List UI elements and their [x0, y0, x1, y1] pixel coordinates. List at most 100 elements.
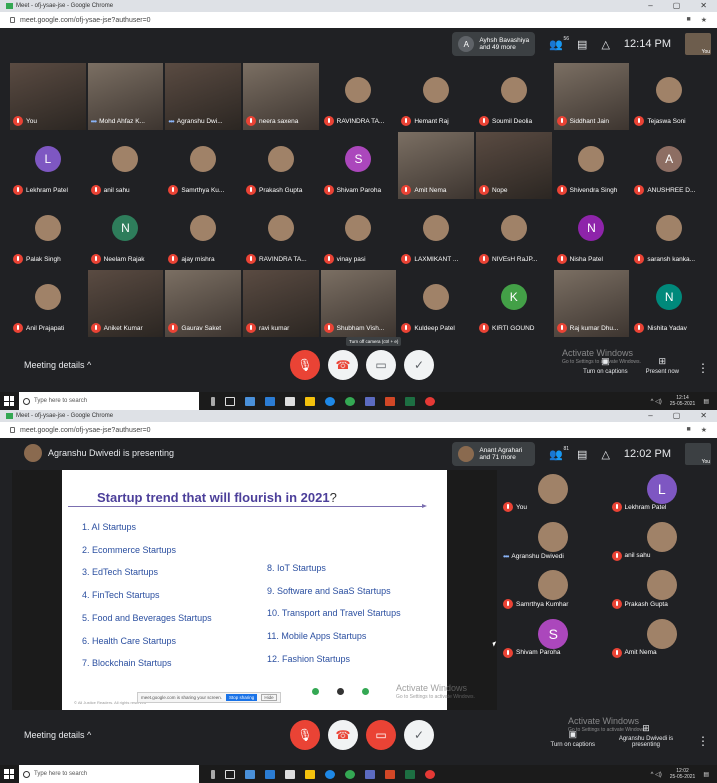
maximize-icon[interactable]: ▢ [673, 411, 681, 420]
store-icon[interactable] [305, 396, 315, 406]
task-view-icon[interactable] [225, 769, 235, 779]
mic-toggle-button[interactable]: 🎙 [290, 720, 320, 750]
tray-icons[interactable]: ^ ◁) [651, 398, 662, 405]
minimize-icon[interactable]: – [648, 1, 652, 10]
chat-icon[interactable]: ▤ [577, 448, 587, 461]
tray-clock[interactable]: 12:02 25-05-2021 [670, 768, 696, 780]
participant-tile[interactable]: A ANUSHREE D... [631, 132, 707, 199]
windows-start-icon[interactable] [4, 396, 14, 406]
participant-tile[interactable]: Prakash Gupta [242, 132, 319, 199]
explorer-icon[interactable] [245, 769, 255, 779]
participant-tile[interactable]: neera saxena [242, 63, 319, 130]
participant-tile[interactable]: Shivendra Singh [553, 132, 630, 199]
participant-tile[interactable]: ajay mishra [165, 201, 241, 268]
minimize-icon[interactable]: – [648, 411, 652, 420]
notification-icon[interactable]: ▤ [703, 398, 709, 405]
taskbar-search[interactable]: Type here to search [19, 765, 199, 783]
participant-tile[interactable]: Kuldeep Patel [398, 270, 474, 337]
store-icon[interactable] [305, 769, 315, 779]
captions-button[interactable]: ▣ Turn on captions [551, 729, 595, 748]
captions-button[interactable]: ▣ Turn on captions [583, 356, 627, 375]
notification-icon[interactable]: ▤ [703, 771, 709, 778]
excel-icon[interactable] [405, 769, 415, 779]
more-options-icon[interactable]: ⋮ [697, 361, 709, 375]
star-icon[interactable]: ★ [701, 16, 707, 24]
powerpoint-icon[interactable] [385, 769, 395, 779]
mic-taskbar-icon[interactable] [211, 396, 215, 406]
leave-call-button[interactable]: ☎ [328, 350, 358, 380]
excel-icon[interactable] [405, 396, 415, 406]
participant-tile[interactable]: ••• Agranshu Dwivedi [500, 518, 607, 565]
mic-toggle-button[interactable]: 🎙 [290, 350, 320, 380]
participant-tile[interactable]: Raj kumar Dhu... [553, 270, 630, 337]
more-options-icon[interactable]: ⋮ [697, 734, 709, 748]
tray-icons[interactable]: ^ ◁) [651, 771, 662, 778]
participant-tile[interactable]: Hemant Raj [398, 63, 474, 130]
raise-hand-button[interactable]: ✓ [404, 720, 434, 750]
close-icon[interactable]: ✕ [700, 1, 707, 10]
participant-tile[interactable]: Gaurav Saket [165, 270, 241, 337]
present-now-button[interactable]: ⊞ Present now [646, 356, 679, 375]
participant-tile[interactable]: Amit Nema [608, 615, 715, 662]
tray-clock[interactable]: 12:14 25-05-2021 [670, 395, 696, 407]
participant-tile[interactable]: Palak Singh [10, 201, 86, 268]
activities-icon[interactable]: △ [601, 448, 609, 461]
participant-tile[interactable]: Soumil Deolia [475, 63, 552, 130]
camera-app-icon[interactable] [285, 769, 295, 779]
participant-tile[interactable]: LAXMIKANT ... [398, 201, 474, 268]
mic-taskbar-icon[interactable] [211, 769, 215, 779]
participant-tile[interactable]: Nope [475, 132, 552, 199]
participant-tile[interactable]: K KIRTI GOUND [475, 270, 552, 337]
taskbar-search[interactable]: Type here to search [19, 392, 199, 410]
participant-tile[interactable]: You [10, 63, 86, 130]
address-bar[interactable]: meet.google.com/ofj-ysae-jse?authuser=0 … [0, 422, 717, 438]
participant-tile[interactable]: N Neelam Rajak [87, 201, 164, 268]
participant-tile[interactable]: Samrthya Kumhar [500, 566, 607, 614]
participant-tile[interactable]: ••• Agranshu Dwi... [165, 63, 241, 130]
participant-tile[interactable]: Samrthya Ku... [165, 132, 241, 199]
task-view-icon[interactable] [225, 396, 235, 406]
raise-hand-button[interactable]: ✓ [404, 350, 434, 380]
leave-call-button[interactable]: ☎ [328, 720, 358, 750]
activities-icon[interactable]: △ [601, 38, 609, 51]
address-bar[interactable]: meet.google.com/ofj-ysae-jse?authuser=0 … [0, 12, 717, 28]
people-icon[interactable]: 👥 56 [549, 36, 569, 51]
participant-tile[interactable]: vinay pasi [320, 201, 397, 268]
participant-tile[interactable]: L Lekhram Patel [608, 470, 715, 517]
participant-tile[interactable]: anil sahu [87, 132, 164, 199]
participant-tile[interactable]: Anil Prajapati [10, 270, 86, 337]
presenter-pill[interactable]: Anant Agrahari and 71 more [452, 442, 536, 466]
participant-tile[interactable]: Siddhant Jain [553, 63, 630, 130]
app-red-icon[interactable] [425, 769, 435, 779]
windows-start-icon[interactable] [4, 769, 14, 779]
camera-indicator-icon[interactable]: ■ [686, 16, 690, 24]
participant-tile[interactable]: RAVINDRA TA... [320, 63, 397, 130]
hide-button[interactable]: Hide [261, 694, 277, 701]
stop-sharing-button[interactable]: Stop sharing [226, 694, 258, 701]
powerpoint-icon[interactable] [385, 396, 395, 406]
mail-icon[interactable] [265, 396, 275, 406]
participant-tile[interactable]: N Nisha Patel [553, 201, 630, 268]
app-icon[interactable] [365, 396, 375, 406]
edge-icon[interactable] [325, 396, 335, 406]
camera-app-icon[interactable] [285, 396, 295, 406]
meeting-details-button[interactable]: Meeting details ^ [24, 360, 91, 370]
participant-tile[interactable]: Tejaswa Soni [631, 63, 707, 130]
participant-tile[interactable]: S Shivam Paroha [500, 615, 607, 662]
maximize-icon[interactable]: ▢ [673, 1, 681, 10]
participant-tile[interactable]: NIVEsH RaJP... [475, 201, 552, 268]
participant-tile[interactable]: L Lekhram Patel [10, 132, 86, 199]
participant-tile[interactable]: anil sahu [608, 518, 715, 565]
self-view-thumbnail[interactable]: You [685, 443, 711, 465]
participant-tile[interactable]: S Shivam Paroha [320, 132, 397, 199]
explorer-icon[interactable] [245, 396, 255, 406]
participant-tile[interactable]: Aniket Kumar [87, 270, 164, 337]
chrome-icon[interactable] [345, 396, 355, 406]
participant-tile[interactable]: ••• Mohd Ahfaz K... [87, 63, 164, 130]
app-red-icon[interactable] [425, 396, 435, 406]
participant-tile[interactable]: Amit Nema [398, 132, 474, 199]
camera-toggle-button[interactable]: ▭ [366, 720, 396, 750]
participant-tile[interactable]: RAVINDRA TA... [242, 201, 319, 268]
edge-icon[interactable] [325, 769, 335, 779]
app-icon[interactable] [365, 769, 375, 779]
